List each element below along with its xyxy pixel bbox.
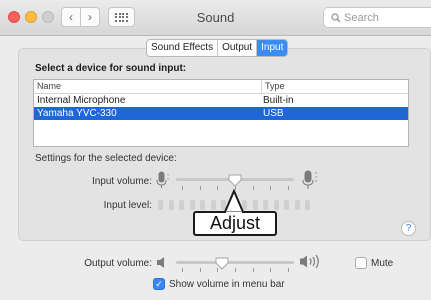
slider-tick [288, 186, 289, 190]
slider-tick [252, 186, 254, 190]
slider-tick [217, 186, 219, 190]
tab-output[interactable]: Output [218, 40, 258, 56]
show-volume-in-menu-bar-checkbox[interactable]: ✓ Show volume in menu bar [153, 278, 285, 290]
slider-tick [270, 268, 272, 272]
table-row[interactable]: Internal Microphone Built-in [34, 95, 408, 107]
slider-tick [199, 186, 201, 190]
tab-bar: Sound Effects Output Input [146, 39, 289, 57]
slider-tick [270, 186, 272, 190]
slider-tick [182, 268, 183, 272]
table-row-selected[interactable]: Yamaha YVC-330 USB [34, 107, 408, 120]
section-title: Select a device for sound input: [35, 63, 187, 74]
mute-label: Mute [371, 257, 394, 269]
slider-tick [199, 268, 201, 272]
level-segment [231, 200, 237, 210]
input-level-label: Input level: [103, 200, 152, 211]
speaker-icon [157, 257, 164, 268]
input-volume-knob[interactable] [228, 174, 242, 187]
column-header-type[interactable]: Type [261, 80, 285, 93]
device-type: Built-in [263, 95, 294, 106]
search-field[interactable]: Search [323, 7, 431, 28]
level-segment [168, 200, 174, 210]
device-name: Internal Microphone [37, 95, 126, 106]
tab-input[interactable]: Input [257, 40, 288, 56]
output-volume-label: Output volume: [84, 258, 152, 269]
microphone-icon [156, 171, 169, 188]
level-segment [284, 200, 289, 210]
settings-label: Settings for the selected device: [35, 153, 177, 164]
level-segment [252, 200, 258, 210]
level-segment [200, 200, 205, 210]
speaker-loud-icon [300, 254, 319, 269]
input-device-table: Name Type Internal Microphone Built-in Y… [33, 79, 409, 147]
slider-tick [288, 268, 289, 272]
checkmark-icon[interactable]: ✓ [153, 278, 165, 290]
level-segment [179, 200, 184, 210]
search-placeholder: Search [344, 11, 379, 24]
help-icon: ? [405, 223, 412, 234]
level-segment [221, 200, 226, 210]
level-segment [294, 200, 300, 210]
title-bar: ‹ › Sound Search [0, 0, 431, 36]
level-segment [158, 200, 163, 210]
level-segment [242, 200, 247, 210]
level-segment [263, 200, 268, 210]
level-segment [210, 200, 216, 210]
slider-tick [235, 268, 236, 272]
mute-checkbox[interactable]: Mute [355, 257, 393, 269]
slider-tick [252, 268, 254, 272]
device-name: Yamaha YVC-330 [37, 108, 117, 119]
level-segment [305, 200, 310, 210]
adjust-callout: Adjust [193, 211, 277, 236]
slider-tick [182, 186, 183, 190]
microphone-loud-icon [302, 170, 317, 189]
tab-sound-effects[interactable]: Sound Effects [147, 40, 219, 56]
mute-checkbox-box[interactable] [355, 257, 367, 269]
level-segment [189, 200, 195, 210]
device-type: USB [263, 108, 284, 119]
help-button[interactable]: ? [401, 221, 416, 236]
search-icon [331, 13, 341, 23]
column-header-name[interactable]: Name [37, 80, 61, 93]
show-volume-label: Show volume in menu bar [169, 278, 285, 290]
output-volume-slider[interactable] [176, 261, 294, 264]
sound-preferences-window: ‹ › Sound Search Sound Effects Output In… [0, 0, 431, 300]
level-segment [273, 200, 279, 210]
input-volume-label: Input volume: [91, 176, 152, 187]
output-volume-knob[interactable] [215, 257, 229, 270]
